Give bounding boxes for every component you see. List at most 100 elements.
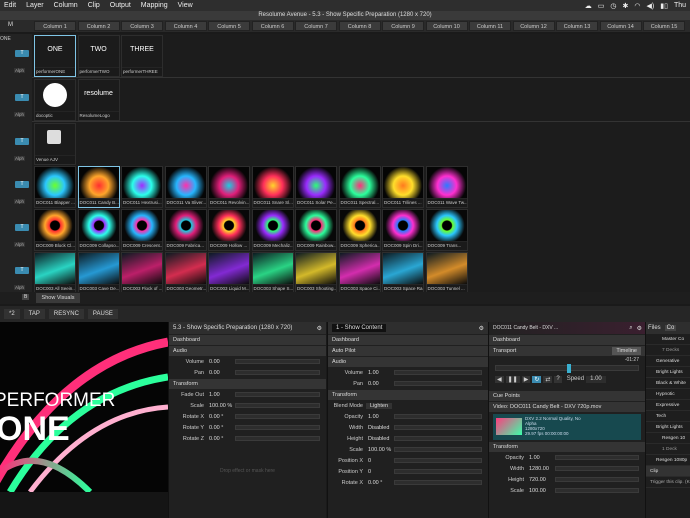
column-header-12[interactable]: Column 12: [512, 21, 555, 31]
clip-slot[interactable]: DOC003 All Seein...: [34, 252, 76, 294]
gear-icon[interactable]: ⚙: [317, 325, 326, 332]
blend-select[interactable]: Lighten: [366, 402, 393, 409]
param-slider[interactable]: [394, 469, 482, 474]
column-header-5[interactable]: Column 5: [208, 21, 250, 31]
speed-value[interactable]: 1.00: [586, 376, 606, 383]
param-slider[interactable]: [555, 477, 639, 482]
param-value[interactable]: 1280.00: [527, 466, 555, 472]
clip-slot[interactable]: resolume ResolumeLogo: [77, 79, 120, 121]
resgen1080-item[interactable]: Resgen 1080p: [646, 455, 690, 466]
video-title[interactable]: Video: DOC011 Candy Belt - DXV 720p.mov: [489, 402, 645, 412]
param-value[interactable]: 720.00: [527, 477, 555, 483]
resgen-item[interactable]: Resgen 10: [646, 433, 690, 444]
clip-slot[interactable]: DOC009 Fabrica...: [164, 209, 207, 251]
column-header-4[interactable]: Column 4: [164, 21, 207, 31]
tab-compositions[interactable]: Co: [664, 325, 677, 331]
param-slider[interactable]: [394, 414, 482, 419]
param-slider[interactable]: [394, 425, 482, 430]
param-value[interactable]: 100.00 %: [366, 447, 394, 453]
layer-blend-button[interactable]: Alph: [14, 156, 26, 161]
param-slider[interactable]: [394, 381, 482, 386]
param-value[interactable]: Disabled: [366, 436, 394, 442]
param-slider[interactable]: [394, 480, 482, 485]
clip-slot[interactable]: TWO performerTWO: [77, 35, 120, 77]
param-slider[interactable]: [394, 447, 482, 452]
param-slider[interactable]: [555, 455, 639, 460]
deck-b[interactable]: B: [22, 294, 30, 300]
column-header-10[interactable]: Column 10: [425, 21, 468, 31]
section-audio[interactable]: Audio: [169, 346, 326, 356]
column-header-1[interactable]: Column 1: [34, 21, 76, 31]
param-slider[interactable]: [235, 436, 320, 441]
param-value[interactable]: 0: [366, 458, 394, 464]
param-value[interactable]: 0: [366, 469, 394, 475]
clip-slot[interactable]: DOC009 Collapso...: [77, 209, 120, 251]
gear-icon[interactable]: ⚙: [479, 325, 488, 332]
section-transport[interactable]: Transport Timeline: [489, 346, 645, 356]
column-header-8[interactable]: Column 8: [338, 21, 381, 31]
deck-item[interactable]: Expressive: [646, 400, 690, 411]
playhead[interactable]: [567, 364, 571, 373]
clip-slot[interactable]: docoptic: [34, 79, 76, 121]
gear-icon[interactable]: ⚙: [637, 325, 645, 332]
menu-mapping[interactable]: Mapping: [141, 2, 168, 9]
param-value[interactable]: 1.00: [366, 414, 394, 420]
param-slider[interactable]: [235, 392, 320, 397]
layer-blend-button[interactable]: Alph: [14, 199, 26, 204]
layer-transition-button[interactable]: T: [15, 50, 29, 57]
param-value[interactable]: 0.00: [207, 370, 235, 376]
loop-icon[interactable]: ↻: [532, 376, 542, 383]
clip-slot[interactable]: DOC003 Cave De...: [77, 252, 120, 294]
clip-slot[interactable]: DOC011 Hextrusi...: [121, 166, 163, 208]
column-header-6[interactable]: Column 6: [251, 21, 294, 31]
column-header-11[interactable]: Column 11: [469, 21, 511, 31]
layer-blend-button[interactable]: Alph: [14, 112, 26, 117]
column-header-3[interactable]: Column 3: [121, 21, 163, 31]
layer-blend-button[interactable]: Alph: [14, 242, 26, 247]
timeline-button[interactable]: Timeline: [612, 347, 641, 355]
clip-slot[interactable]: DOC009 Spherica...: [338, 209, 381, 251]
section-cue-points[interactable]: Cue Points: [489, 391, 645, 401]
menu-view[interactable]: View: [178, 2, 193, 9]
clip-slot[interactable]: DOC009 Crescent...: [121, 209, 163, 251]
param-value[interactable]: 1.00: [527, 455, 555, 461]
clip-slot[interactable]: DOC011 Snare Sl...: [251, 166, 294, 208]
bounce-icon[interactable]: ⇄: [543, 376, 553, 383]
layer-transition-button[interactable]: T: [15, 267, 29, 274]
clip-slot[interactable]: THREE performerTHREE: [121, 35, 163, 77]
clip-slot[interactable]: DOC003 Tunnel ...: [425, 252, 468, 294]
menu-layer[interactable]: Layer: [26, 2, 44, 9]
param-value[interactable]: 0.00: [366, 381, 394, 387]
param-value[interactable]: 0.00 °: [207, 425, 235, 431]
column-header-14[interactable]: Column 14: [599, 21, 642, 31]
param-slider[interactable]: [235, 370, 320, 375]
menu-clip[interactable]: Clip: [88, 2, 100, 9]
master-m[interactable]: M: [8, 22, 13, 28]
param-slider[interactable]: [235, 359, 320, 364]
param-slider[interactable]: [555, 488, 639, 493]
param-value[interactable]: 0.00 °: [207, 436, 235, 442]
layer-blend-button[interactable]: Alph: [14, 68, 26, 73]
section-transform[interactable]: Transform: [169, 379, 326, 389]
clock-icon[interactable]: ◷: [610, 2, 616, 10]
layer-transition-button[interactable]: T: [15, 181, 29, 188]
clip-slot[interactable]: DOC003 Space Ra...: [382, 252, 424, 294]
deck-item[interactable]: Black & White: [646, 378, 690, 389]
param-value[interactable]: 100.00: [527, 488, 555, 494]
param-slider[interactable]: [394, 436, 482, 441]
param-value[interactable]: 0.00 °: [207, 414, 235, 420]
column-header-2[interactable]: Column 2: [77, 21, 120, 31]
clip-slot[interactable]: ONE performerONE: [34, 35, 76, 77]
clip-slot[interactable]: DOC003 Flock of ...: [121, 252, 163, 294]
param-slider[interactable]: [235, 403, 320, 408]
clip-slot[interactable]: DOC003 Liquid M...: [208, 252, 250, 294]
section-transform[interactable]: Transform: [489, 442, 645, 452]
clip-slot[interactable]: Venue AJV: [34, 123, 76, 165]
layer-transition-button[interactable]: T: [15, 94, 29, 101]
param-value[interactable]: Disabled: [366, 425, 394, 431]
clip-slot[interactable]: DOC011 Blapper ...: [34, 166, 76, 208]
clip-slot[interactable]: DOC009 Rainbow...: [295, 209, 337, 251]
bluetooth-icon[interactable]: ✱: [623, 2, 629, 10]
deck-item[interactable]: Hypnotic: [646, 389, 690, 400]
clip-slot[interactable]: DOC011 Va Sliver...: [164, 166, 207, 208]
